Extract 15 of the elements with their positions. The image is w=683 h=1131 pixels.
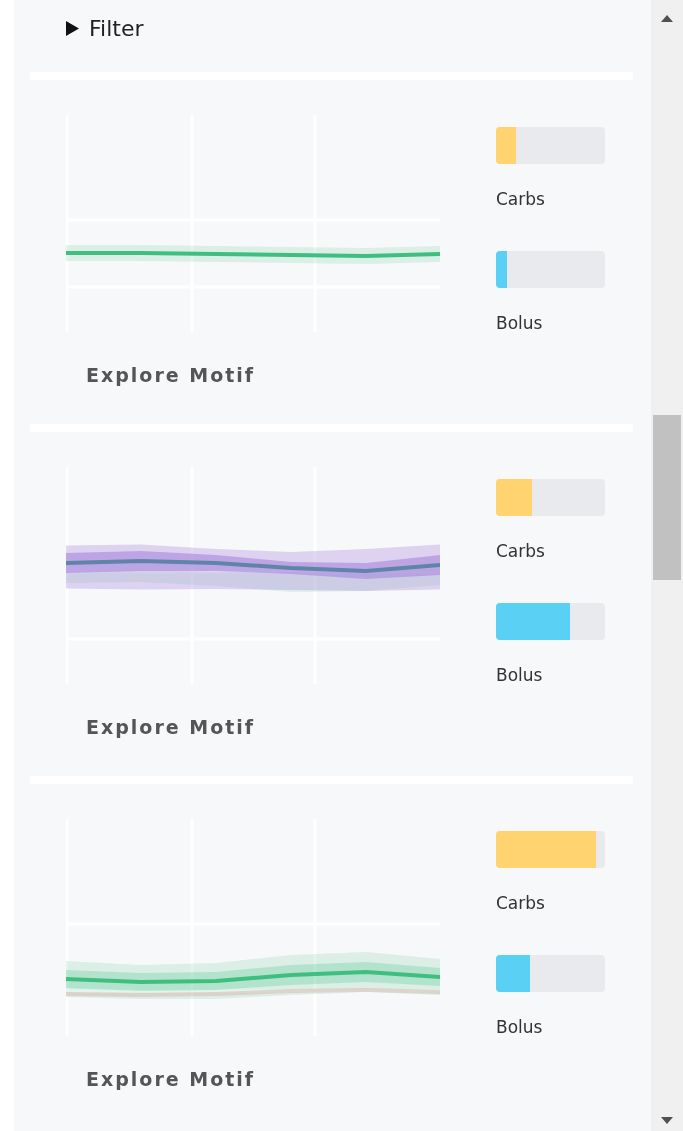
explore-motif-button[interactable]: Explore Motif [86, 363, 256, 387]
scroll-up-icon[interactable] [661, 15, 673, 22]
bar-label: Carbs [496, 189, 545, 209]
scrollbar-thumb[interactable] [653, 415, 681, 580]
scroll-down-icon[interactable] [661, 1117, 673, 1124]
bar-label: Bolus [496, 313, 543, 333]
explore-motif-button[interactable]: Explore Motif [86, 1067, 256, 1091]
filter-toggle[interactable]: Filter [66, 16, 144, 41]
scrollbar[interactable] [651, 0, 683, 1131]
explore-motif-button[interactable]: Explore Motif [86, 715, 256, 739]
bar-label: Carbs [496, 541, 545, 561]
bar-label: Carbs [496, 893, 545, 913]
expand-triangle-icon [66, 21, 79, 36]
bar-label: Bolus [496, 665, 543, 685]
bar-label: Bolus [496, 1017, 543, 1037]
